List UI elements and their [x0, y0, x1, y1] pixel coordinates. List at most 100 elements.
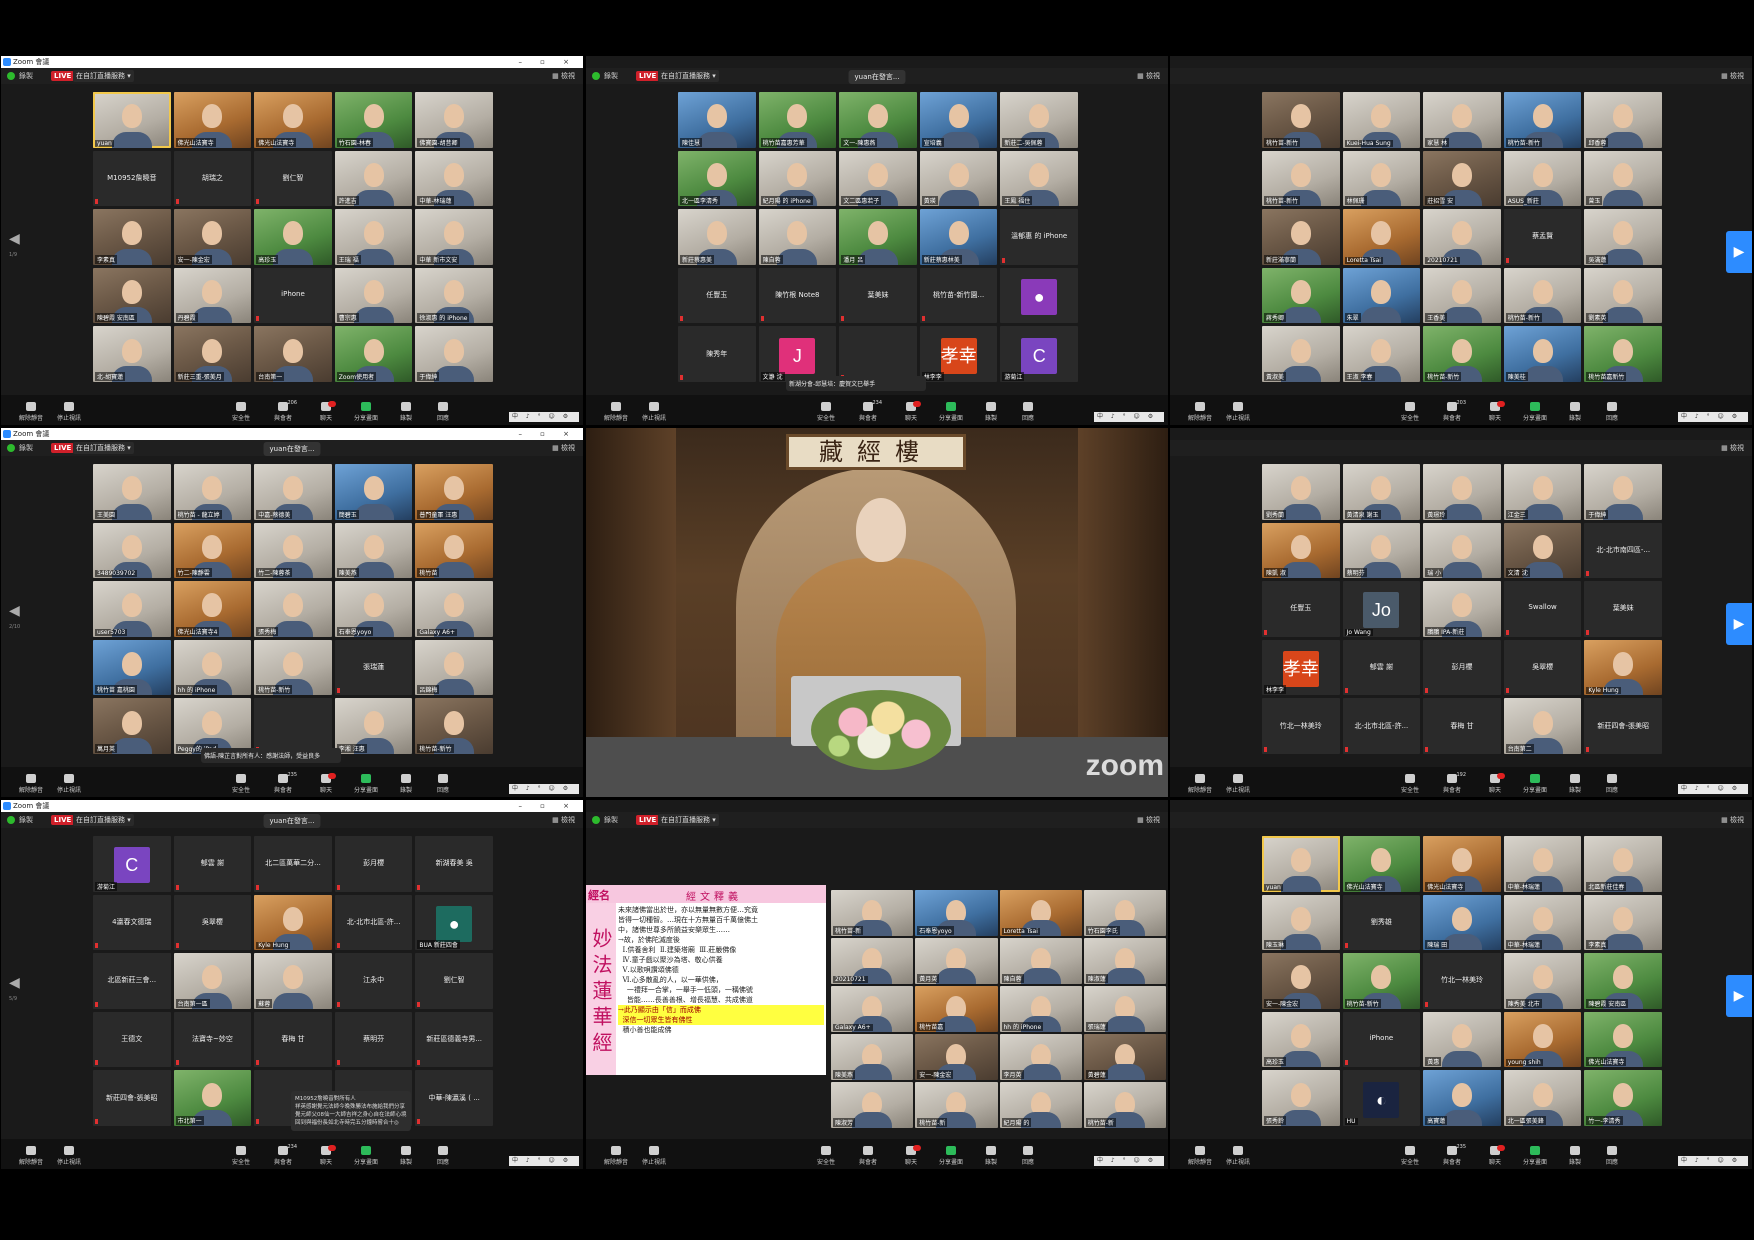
participant-tile[interactable]: 莊招雪 安: [1423, 150, 1501, 207]
participant-tile[interactable]: 桃竹苗-新竹: [1423, 326, 1501, 382]
window-controls[interactable]: – ▫ ×: [518, 800, 577, 812]
participant-tile[interactable]: 陳淑芳: [831, 1082, 914, 1128]
participant-tile[interactable]: hh 的 iPhone: [173, 639, 252, 696]
participant-tile[interactable]: 李湘 汪惠: [334, 698, 413, 754]
unmute-button[interactable]: 解除靜音: [596, 1146, 636, 1166]
participant-tile[interactable]: 20210721: [1423, 209, 1501, 265]
participant-tile[interactable]: 北-北市南四區-...: [1584, 522, 1662, 579]
participant-tile[interactable]: 丹碧霞: [173, 267, 252, 324]
participant-tile[interactable]: Jo Jo Wang: [1342, 581, 1421, 637]
participant-tile[interactable]: 林佩珊: [1342, 150, 1421, 207]
participant-tile[interactable]: 陳碧霞 安南區: [93, 267, 171, 324]
participants-button[interactable]: 與會者 206: [263, 400, 303, 422]
participant-tile[interactable]: 曹宗惠: [334, 267, 413, 324]
participant-tile[interactable]: 潘月 呂: [839, 209, 917, 265]
participant-tile[interactable]: 安一-陳金宏: [173, 209, 252, 265]
participant-tile[interactable]: 新莊四會-張美昭: [1584, 698, 1662, 754]
chat-notification[interactable]: 佛語-陳芷言對所有人：感謝法師，受益良多: [201, 748, 341, 763]
participant-tile[interactable]: 蔣秀卿: [1262, 267, 1340, 324]
previous-page-arrow[interactable]: ◀: [9, 975, 20, 991]
participant-tile[interactable]: 江永中: [334, 953, 413, 1009]
participant-tile[interactable]: 萬月英: [93, 698, 171, 754]
record-button[interactable]: 錄製: [971, 402, 1011, 422]
participant-tile[interactable]: M10952詹曉音: [93, 150, 171, 207]
participant-tile[interactable]: 王鳳 福住: [1000, 150, 1078, 207]
participant-tile[interactable]: 蔡明芬: [334, 1011, 413, 1068]
participant-tile[interactable]: 王香美: [1423, 267, 1501, 324]
participant-tile[interactable]: 曾玉: [1584, 150, 1662, 207]
participant-tile[interactable]: 陳凱 淑: [1262, 522, 1340, 579]
participant-tile[interactable]: 簡碧玉: [334, 464, 413, 520]
participant-tile[interactable]: 王淑 李春: [1342, 326, 1421, 382]
participant-tile[interactable]: ASUS_新莊: [1503, 150, 1582, 207]
view-button[interactable]: ▦ 檢視: [552, 443, 575, 453]
participant-tile[interactable]: 彭月櫻: [334, 836, 413, 892]
share-screen-button[interactable]: 分享畫面: [1515, 402, 1555, 422]
participant-tile[interactable]: 陳秀年: [678, 326, 756, 382]
chat-button[interactable]: 聊天: [1475, 1145, 1515, 1166]
participant-tile[interactable]: Swallow: [1503, 581, 1582, 637]
participant-tile[interactable]: 春梅 甘: [1423, 698, 1501, 754]
participant-tile[interactable]: 新莊蔡惠美: [678, 209, 756, 265]
participant-tile[interactable]: 桃竹苗-新竹: [415, 698, 493, 754]
unmute-button[interactable]: 解除靜音: [1180, 1146, 1220, 1166]
share-screen-button[interactable]: 分享畫面: [346, 774, 386, 794]
participant-tile[interactable]: 新莊區德義寺男...: [415, 1011, 493, 1068]
participant-tile[interactable]: user5703: [93, 581, 171, 637]
participant-tile[interactable]: yuan: [1262, 836, 1340, 892]
unmute-button[interactable]: 解除靜音: [11, 402, 51, 422]
security-shield-icon[interactable]: [7, 72, 15, 80]
security-button[interactable]: 安全性: [1390, 774, 1430, 794]
window-controls[interactable]: – ▫ ×: [518, 56, 577, 68]
unmute-button[interactable]: 解除靜音: [11, 1146, 51, 1166]
participant-tile[interactable]: 陳自蓉: [758, 209, 837, 265]
participant-tile[interactable]: 張瑞蓮: [1083, 986, 1166, 1032]
participant-tile[interactable]: 劉仁智: [415, 953, 493, 1009]
unmute-button[interactable]: 解除靜音: [11, 774, 51, 794]
chat-button[interactable]: 聊天: [306, 1145, 346, 1166]
participant-tile[interactable]: 陳自蓉: [999, 938, 1082, 984]
participant-tile[interactable]: 陳美桂: [1503, 326, 1582, 382]
participant-tile[interactable]: 王瑞 福: [334, 209, 413, 265]
live-badge[interactable]: LIVE: [51, 71, 75, 81]
participant-tile[interactable]: 新莊二-吳佩蓉: [1000, 92, 1078, 148]
share-screen-button[interactable]: 分享畫面: [346, 1146, 386, 1166]
participant-tile[interactable]: 中華-林瑞蓮: [415, 150, 493, 207]
security-button[interactable]: 安全性: [806, 402, 846, 422]
ime-toolbar[interactable]: 中 ♪ ° ☺ ⚙: [509, 412, 579, 422]
ime-toolbar[interactable]: 中 ♪ ° ☺ ⚙: [1678, 412, 1748, 422]
view-button[interactable]: ▦ 檢視: [1721, 443, 1744, 453]
participant-tile[interactable]: Loretta Tsai: [1342, 209, 1421, 265]
participant-tile[interactable]: 吳翠櫻: [173, 894, 252, 951]
participant-tile[interactable]: Kyle Hung: [254, 894, 332, 951]
participant-tile[interactable]: 桃竹苗-新: [831, 890, 914, 936]
reactions-button[interactable]: 回應: [1008, 402, 1048, 422]
stream-service-dropdown[interactable]: 在自訂直播服務 ▾: [73, 442, 134, 454]
participant-tile[interactable]: 家慧 林: [1423, 92, 1501, 148]
participant-tile[interactable]: Peggy的 iPad: [173, 698, 252, 754]
participant-tile[interactable]: 鵬鵬 IPA-新莊: [1423, 581, 1501, 637]
participant-tile[interactable]: 北-北市北區-許...: [334, 894, 413, 951]
unmute-button[interactable]: 解除靜音: [596, 402, 636, 422]
participant-tile[interactable]: 北一區李清秀: [678, 150, 756, 207]
participant-tile[interactable]: 新莊四會-張美昭: [93, 1070, 171, 1126]
participant-tile[interactable]: 陳竹根 Note8: [758, 267, 837, 324]
participant-tile[interactable]: 郁雲 謝: [1342, 639, 1421, 696]
participant-tile[interactable]: 春梅 甘: [254, 1011, 332, 1068]
participant-tile[interactable]: 中華 新市文安: [415, 209, 493, 265]
unmute-button[interactable]: 解除靜音: [1180, 774, 1220, 794]
participant-tile[interactable]: 中華-林瑞蓮: [1503, 836, 1582, 892]
share-screen-button[interactable]: 分享畫面: [346, 402, 386, 422]
participant-tile[interactable]: 李素真: [1584, 894, 1662, 951]
participant-tile[interactable]: 高寶蓮: [1423, 1070, 1501, 1126]
participant-tile[interactable]: 竹石園李氏: [1083, 890, 1166, 936]
participant-tile[interactable]: 黃淑美: [1262, 326, 1340, 382]
participant-tile[interactable]: 吳滿蓮: [1584, 209, 1662, 265]
live-badge[interactable]: LIVE: [636, 815, 660, 825]
participant-tile[interactable]: 吳翠櫻: [1503, 639, 1582, 696]
participant-tile[interactable]: 桃竹苗 嘉桃園: [93, 639, 171, 696]
view-button[interactable]: ▦ 檢視: [1721, 71, 1744, 81]
participant-tile[interactable]: 黃清泉 謝玉: [1342, 464, 1421, 520]
stop-video-button[interactable]: 停止視訊: [634, 1146, 674, 1166]
reactions-button[interactable]: 回應: [423, 774, 463, 794]
